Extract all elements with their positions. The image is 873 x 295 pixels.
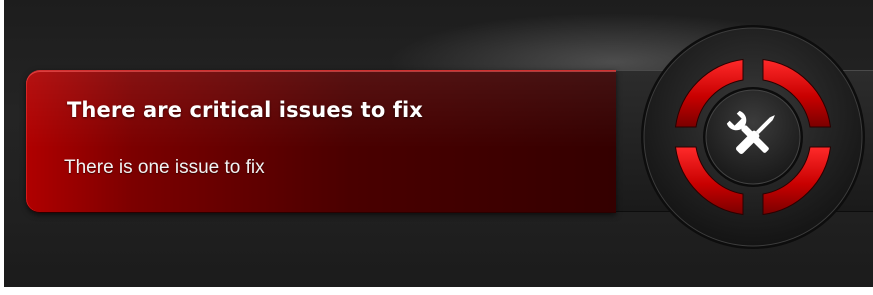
alert-title: There are critical issues to fix [67,98,423,122]
status-dial [641,25,865,249]
status-panel: There are critical issues to fix There i… [4,0,873,287]
repair-button[interactable] [705,89,801,185]
critical-alert-banner: There are critical issues to fix There i… [26,70,616,213]
alert-subtitle: There is one issue to fix [64,157,265,178]
